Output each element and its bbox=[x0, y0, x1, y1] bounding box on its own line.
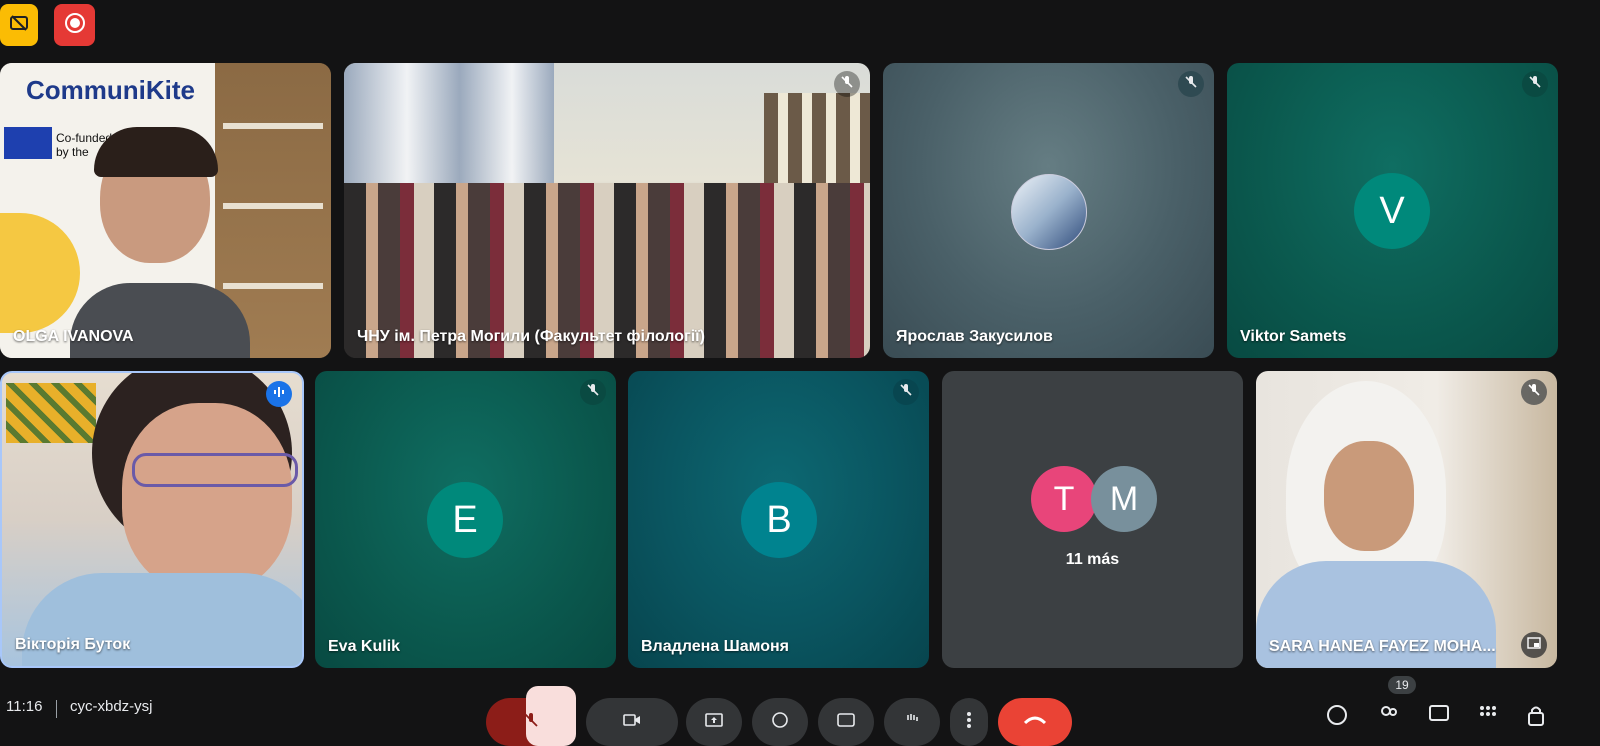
poster-brand: CommuniKite bbox=[26, 75, 195, 105]
participant-name: Владлена Шамоня bbox=[641, 638, 790, 655]
speaking-indicator bbox=[266, 381, 292, 407]
more-participants-label: 11 más bbox=[1065, 551, 1120, 568]
participant-name: SARA HANEA FAYEZ MOHA... bbox=[1269, 638, 1496, 655]
avatar: T bbox=[1031, 466, 1097, 532]
hand-icon bbox=[904, 712, 920, 733]
emoji-icon bbox=[772, 711, 788, 733]
meeting-code: cyc-xbdz-ysj bbox=[70, 698, 153, 715]
participant-name: OLGA IVANOVA bbox=[13, 328, 134, 345]
mic-off-icon bbox=[523, 712, 539, 733]
pip-icon bbox=[1527, 636, 1541, 654]
people-button[interactable] bbox=[1378, 704, 1400, 731]
activities-button[interactable] bbox=[1478, 704, 1498, 729]
mic-off-icon bbox=[840, 75, 854, 94]
apps-grid-icon bbox=[1478, 706, 1498, 728]
participant-name: Eva Kulik bbox=[328, 638, 401, 655]
more-vert-icon bbox=[967, 711, 971, 733]
mic-off-icon bbox=[1527, 383, 1541, 402]
chat-button[interactable] bbox=[1428, 704, 1450, 731]
participant-name: Viktor Samets bbox=[1240, 328, 1347, 345]
end-call-button[interactable] bbox=[998, 698, 1072, 746]
captions-button[interactable] bbox=[818, 698, 874, 746]
more-participants-tile[interactable]: T M 11 más bbox=[942, 371, 1243, 668]
camera-icon bbox=[623, 713, 641, 732]
meeting-time: 11:16 bbox=[6, 698, 43, 715]
mic-off-icon bbox=[899, 383, 913, 402]
person-figure bbox=[22, 373, 302, 666]
avatar: E bbox=[427, 482, 503, 558]
reactions-button[interactable] bbox=[752, 698, 808, 746]
participant-tile[interactable]: Ярослав Закусилов bbox=[883, 63, 1214, 358]
more-options-button[interactable] bbox=[950, 698, 988, 746]
avatar: V bbox=[1354, 173, 1430, 249]
avatar: В bbox=[741, 482, 817, 558]
muted-indicator bbox=[834, 71, 860, 97]
participant-tile[interactable]: E Eva Kulik bbox=[315, 371, 616, 668]
person-figure bbox=[1256, 381, 1496, 668]
record-icon bbox=[64, 12, 86, 39]
muted-indicator bbox=[1522, 71, 1548, 97]
meeting-info-button[interactable] bbox=[1326, 704, 1348, 731]
captions-off-button[interactable] bbox=[0, 4, 38, 46]
mic-off-icon bbox=[586, 383, 600, 402]
mic-off-icon bbox=[1184, 75, 1198, 94]
captions-icon bbox=[837, 712, 855, 732]
present-icon bbox=[705, 712, 723, 732]
participant-tile[interactable]: В Владлена Шамоня bbox=[628, 371, 929, 668]
muted-indicator bbox=[893, 379, 919, 405]
audio-levels-icon bbox=[272, 385, 286, 404]
mic-button[interactable] bbox=[486, 686, 576, 746]
divider bbox=[56, 700, 57, 718]
participant-name: ЧНУ ім. Петра Могили (Факультет філологі… bbox=[357, 328, 705, 345]
participant-tile[interactable]: SARA HANEA FAYEZ MOHA... bbox=[1256, 371, 1557, 668]
participant-name: Вікторія Буток bbox=[15, 636, 131, 653]
recording-button[interactable] bbox=[54, 4, 95, 46]
avatar: M bbox=[1091, 466, 1157, 532]
participant-tile-active-speaker[interactable]: Вікторія Буток bbox=[0, 371, 304, 668]
present-screen-button[interactable] bbox=[686, 698, 742, 746]
person-figure bbox=[70, 127, 250, 358]
picture-in-picture-button[interactable] bbox=[1521, 632, 1547, 658]
eu-flag-icon bbox=[4, 127, 52, 159]
raise-hand-button[interactable] bbox=[884, 698, 940, 746]
captions-off-icon bbox=[9, 13, 29, 38]
megaphone-illustration bbox=[0, 213, 80, 333]
avatar bbox=[1011, 174, 1087, 250]
host-controls-button[interactable] bbox=[1526, 704, 1546, 731]
participants-badge: 19 bbox=[1388, 676, 1416, 694]
participant-name: Ярослав Закусилов bbox=[896, 328, 1053, 345]
mic-off-icon bbox=[1528, 75, 1542, 94]
participant-tile[interactable]: CommuniKite Co-funded by the European Un… bbox=[0, 63, 331, 358]
muted-indicator bbox=[1178, 71, 1204, 97]
call-end-icon bbox=[1023, 713, 1047, 731]
participant-tile[interactable]: ЧНУ ім. Петра Могили (Факультет філологі… bbox=[344, 63, 870, 358]
camera-button[interactable] bbox=[586, 698, 678, 746]
muted-indicator bbox=[580, 379, 606, 405]
muted-indicator bbox=[1521, 379, 1547, 405]
participant-tile[interactable]: V Viktor Samets bbox=[1227, 63, 1558, 358]
